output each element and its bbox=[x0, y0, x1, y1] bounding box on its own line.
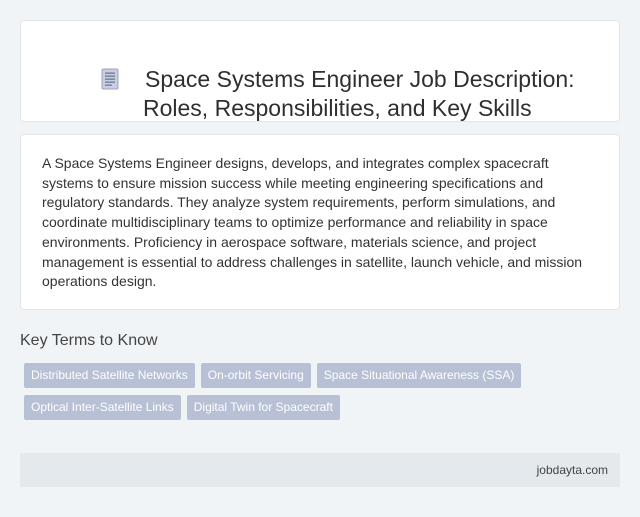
key-terms-tags: Distributed Satellite Networks On-orbit … bbox=[24, 363, 604, 420]
page-title: Space Systems Engineer Job Description: … bbox=[143, 66, 575, 121]
page: Space Systems Engineer Job Description: … bbox=[0, 0, 640, 517]
key-terms-heading: Key Terms to Know bbox=[20, 332, 158, 349]
footer-site-link[interactable]: jobdayta.com bbox=[537, 463, 608, 477]
tag-optical-inter-satellite-links[interactable]: Optical Inter-Satellite Links bbox=[24, 395, 181, 420]
title-card: Space Systems Engineer Job Description: … bbox=[20, 20, 620, 122]
footer: jobdayta.com bbox=[20, 453, 620, 487]
tag-space-situational-awareness[interactable]: Space Situational Awareness (SSA) bbox=[316, 363, 522, 388]
tag-distributed-satellite-networks[interactable]: Distributed Satellite Networks bbox=[24, 363, 195, 388]
tag-digital-twin-for-spacecraft[interactable]: Digital Twin for Spacecraft bbox=[186, 395, 340, 420]
description-card: A Space Systems Engineer designs, develo… bbox=[20, 134, 620, 310]
description-text: A Space Systems Engineer designs, develo… bbox=[42, 155, 583, 290]
tag-on-orbit-servicing[interactable]: On-orbit Servicing bbox=[200, 363, 311, 388]
document-icon bbox=[101, 68, 119, 90]
